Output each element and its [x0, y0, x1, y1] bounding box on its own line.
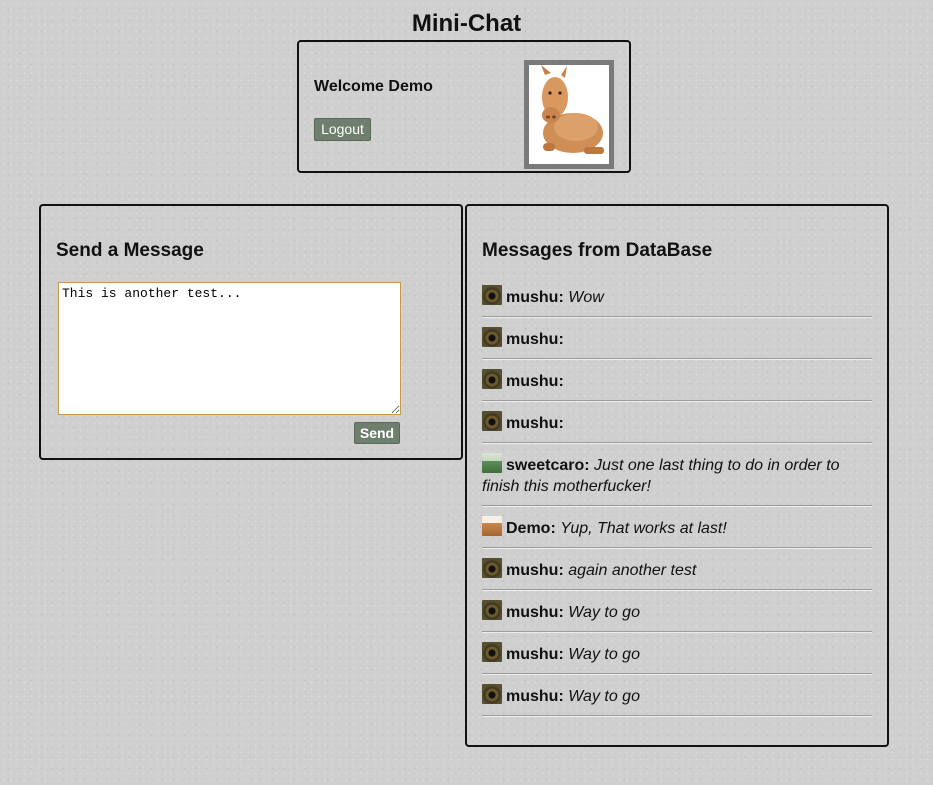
- message-list: mushu: Wow mushu: mushu: mushu: sweetcar…: [482, 280, 872, 721]
- message-item: mushu: Way to go: [482, 595, 872, 632]
- message-user: mushu:: [506, 604, 564, 621]
- message-item: mushu: Way to go: [482, 679, 872, 716]
- message-user: mushu:: [506, 289, 564, 306]
- message-item: mushu:: [482, 406, 872, 443]
- message-user: mushu:: [506, 688, 564, 705]
- message-item: mushu:: [482, 322, 872, 359]
- message-user: mushu:: [506, 646, 564, 663]
- user-panel: Welcome Demo Logout: [297, 40, 631, 173]
- message-user: mushu:: [506, 415, 564, 432]
- message-item: mushu: again another test: [482, 553, 872, 590]
- messages-panel: Messages from DataBase mushu: Wow mushu:…: [465, 204, 889, 747]
- eye-avatar-icon: [482, 369, 502, 389]
- send-message-panel: Send a Message This is another test... S…: [39, 204, 463, 460]
- send-button[interactable]: Send: [354, 422, 400, 444]
- message-item: Demo: Yup, That works at last!: [482, 511, 872, 548]
- message-text: again another test: [568, 562, 697, 579]
- message-item: mushu: Way to go: [482, 637, 872, 674]
- message-item: mushu: Wow: [482, 280, 872, 317]
- message-item: sweetcaro: Just one last thing to do in …: [482, 448, 872, 506]
- eye-avatar-icon: [482, 558, 502, 578]
- eye-avatar-icon: [482, 600, 502, 620]
- messages-panel-title: Messages from DataBase: [482, 240, 713, 261]
- avatar: [524, 60, 614, 169]
- eye-avatar-icon: [482, 285, 502, 305]
- message-user: mushu:: [506, 562, 564, 579]
- pig-avatar-icon: [529, 65, 609, 164]
- send-panel-title: Send a Message: [56, 240, 204, 261]
- message-text: Yup, That works at last!: [560, 520, 727, 537]
- pig-avatar-icon: [482, 516, 502, 536]
- page-title: Mini-Chat: [411, 10, 522, 37]
- message-text: Way to go: [568, 604, 640, 621]
- message-text: Way to go: [568, 688, 640, 705]
- message-user: sweetcaro:: [506, 457, 590, 474]
- eye-avatar-icon: [482, 327, 502, 347]
- message-text: Wow: [568, 289, 604, 306]
- eye-avatar-icon: [482, 642, 502, 662]
- welcome-text: Welcome Demo: [314, 78, 433, 95]
- girl-avatar-icon: [482, 453, 502, 473]
- message-item: mushu:: [482, 364, 872, 401]
- eye-avatar-icon: [482, 684, 502, 704]
- eye-avatar-icon: [482, 411, 502, 431]
- logout-button[interactable]: Logout: [314, 118, 371, 141]
- message-textarea[interactable]: This is another test...: [58, 282, 401, 415]
- message-user: mushu:: [506, 331, 564, 348]
- message-user: Demo:: [506, 520, 556, 537]
- message-user: mushu:: [506, 373, 564, 390]
- message-text: Way to go: [568, 646, 640, 663]
